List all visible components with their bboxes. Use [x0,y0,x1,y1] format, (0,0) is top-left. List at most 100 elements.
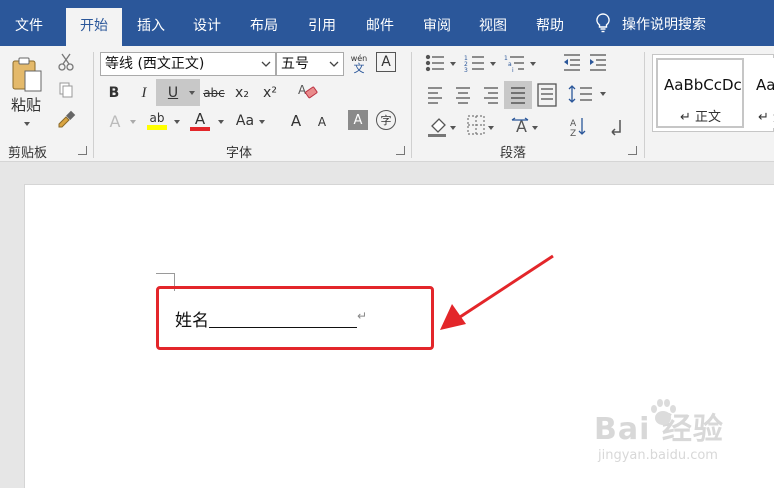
tab-references[interactable]: 引用 [296,8,348,46]
style-no-spacing[interactable]: AaBbCcDc ↵ 无 [748,58,774,128]
enclose-characters-button[interactable]: 字 [376,110,396,130]
bold-button[interactable]: B [104,82,124,104]
show-paragraph-marks-icon[interactable] [611,120,621,136]
align-right-icon[interactable] [484,87,498,104]
tab-home[interactable]: 开始 [66,8,122,46]
lightbulb-icon [596,13,610,33]
paragraph-controls: 1 2 3 1 a i A A Z [425,54,621,139]
svg-text:A: A [298,83,307,97]
justify-selected-bg [504,81,532,109]
underline-dropdown-icon[interactable] [189,91,195,95]
tab-view[interactable]: 视图 [468,8,518,46]
decrease-indent-icon[interactable] [564,54,580,71]
underline-label: U [167,84,179,101]
sort-icon[interactable]: A Z [570,118,586,139]
tab-help[interactable]: 帮助 [524,8,576,46]
paragraph-group-label: 段落 [500,146,527,161]
svg-text:Z: Z [570,129,576,139]
style-normal-sample: AaBbCcDc [664,76,742,94]
tab-layout[interactable]: 布局 [238,8,290,46]
chinese-layout-icon[interactable]: A [511,117,529,136]
watermark-url: jingyan.baidu.com [598,448,718,463]
ribbon: 粘贴 剪贴板 等线 (西文正文) 五号 wén 文 A B I U abc x₂… [0,46,774,162]
paintbrush-icon [58,110,76,128]
phonetic-guide-button[interactable]: wén 文 [348,50,370,78]
highlight-color-swatch [147,125,167,130]
group-divider [411,52,412,158]
tab-file[interactable]: 文件 [0,8,58,46]
text-highlight-button[interactable]: ab [145,108,169,134]
clipboard-group-label: 剪贴板 [8,146,48,161]
tab-design[interactable]: 设计 [182,8,232,46]
style-normal-name: ↵ 正文 [680,110,722,125]
copy-button[interactable] [56,80,76,100]
font-color-glyph: A [194,110,206,128]
group-divider [93,52,94,158]
align-left-icon[interactable] [428,87,442,104]
ribbon-tab-bar: 文件 开始 插入 设计 布局 引用 邮件 审阅 视图 帮助 操作说明搜索 [0,0,774,46]
chevron-down-icon [329,61,339,67]
text-effects-button[interactable]: A [104,110,126,132]
distributed-icon[interactable] [537,83,557,107]
baidu-watermark: Bai 经验 jingyan.baidu.com [594,399,724,463]
subscript-button[interactable]: x₂ [231,82,253,104]
font-name-combo[interactable]: 等线 (西文正文) [100,52,276,76]
paw-logo-icon [651,399,676,425]
strikethrough-button[interactable]: abc [202,82,226,104]
align-center-icon[interactable] [456,87,470,104]
line-spacing-icon[interactable] [568,85,592,103]
group-divider [644,52,645,158]
tell-me-label: 操作说明搜索 [622,17,706,33]
clipboard-icon [12,57,42,92]
font-name-value: 等线 (西文正文) [105,56,205,72]
style-no-spacing-name: ↵ 无 [758,110,774,125]
font-size-value: 五号 [281,56,309,72]
red-highlight-box [156,286,434,350]
clear-formatting-button[interactable]: A [296,80,320,104]
eraser-icon: A [298,83,318,99]
tab-insert[interactable]: 插入 [126,8,176,46]
increase-indent-icon[interactable] [590,54,606,71]
svg-text:3: 3 [464,67,468,74]
character-shading-button[interactable]: A [348,110,368,130]
paste-dropdown-icon[interactable] [24,122,30,126]
chevron-down-icon [261,61,271,67]
paste-button[interactable] [6,54,48,96]
paste-label: 粘贴 [10,95,41,114]
shading-icon[interactable] [428,118,446,137]
paragraph-launcher-icon[interactable] [628,146,637,155]
text-effects-dropdown-icon[interactable] [130,120,136,124]
numbering-icon[interactable]: 1 2 3 [464,55,484,74]
bullets-icon[interactable] [425,54,445,72]
font-launcher-icon[interactable] [396,146,405,155]
highlight-glyph: ab [149,111,165,125]
superscript-button[interactable]: x² [259,82,281,104]
style-normal[interactable]: AaBbCcDc ↵ 正文 [656,58,744,128]
character-border-button[interactable]: A [376,52,396,72]
grow-font-button[interactable]: A [286,110,306,132]
scissors-icon [58,53,74,71]
svg-text:A: A [570,119,577,129]
tab-review[interactable]: 审阅 [412,8,462,46]
cut-button[interactable] [56,52,76,72]
copy-icon [59,82,73,98]
font-color-button[interactable]: A [188,108,212,134]
multilevel-list-icon[interactable]: 1 a i [504,55,524,74]
tell-me-search[interactable]: 操作说明搜索 [596,12,706,38]
clipboard-launcher-icon[interactable] [78,146,87,155]
shrink-font-button[interactable]: A [312,112,332,132]
styles-gallery: AaBbCcDc ↵ 正文 AaBbCcDc ↵ 无 [652,54,774,132]
change-case-button[interactable]: Aa [232,110,258,132]
svg-text:i: i [512,67,514,74]
text-boundary-corner [156,273,174,274]
borders-icon[interactable] [467,115,485,135]
format-painter-button[interactable] [56,108,78,130]
phonetic-guide-bottom: 文 [353,62,365,75]
italic-button[interactable]: I [134,82,154,104]
font-color-dropdown-icon[interactable] [218,120,224,124]
font-size-combo[interactable]: 五号 [276,52,344,76]
change-case-dropdown-icon[interactable] [259,120,265,124]
highlight-dropdown-icon[interactable] [174,120,180,124]
style-no-spacing-sample: AaBbCcDc [756,76,774,94]
tab-mailings[interactable]: 邮件 [354,8,406,46]
